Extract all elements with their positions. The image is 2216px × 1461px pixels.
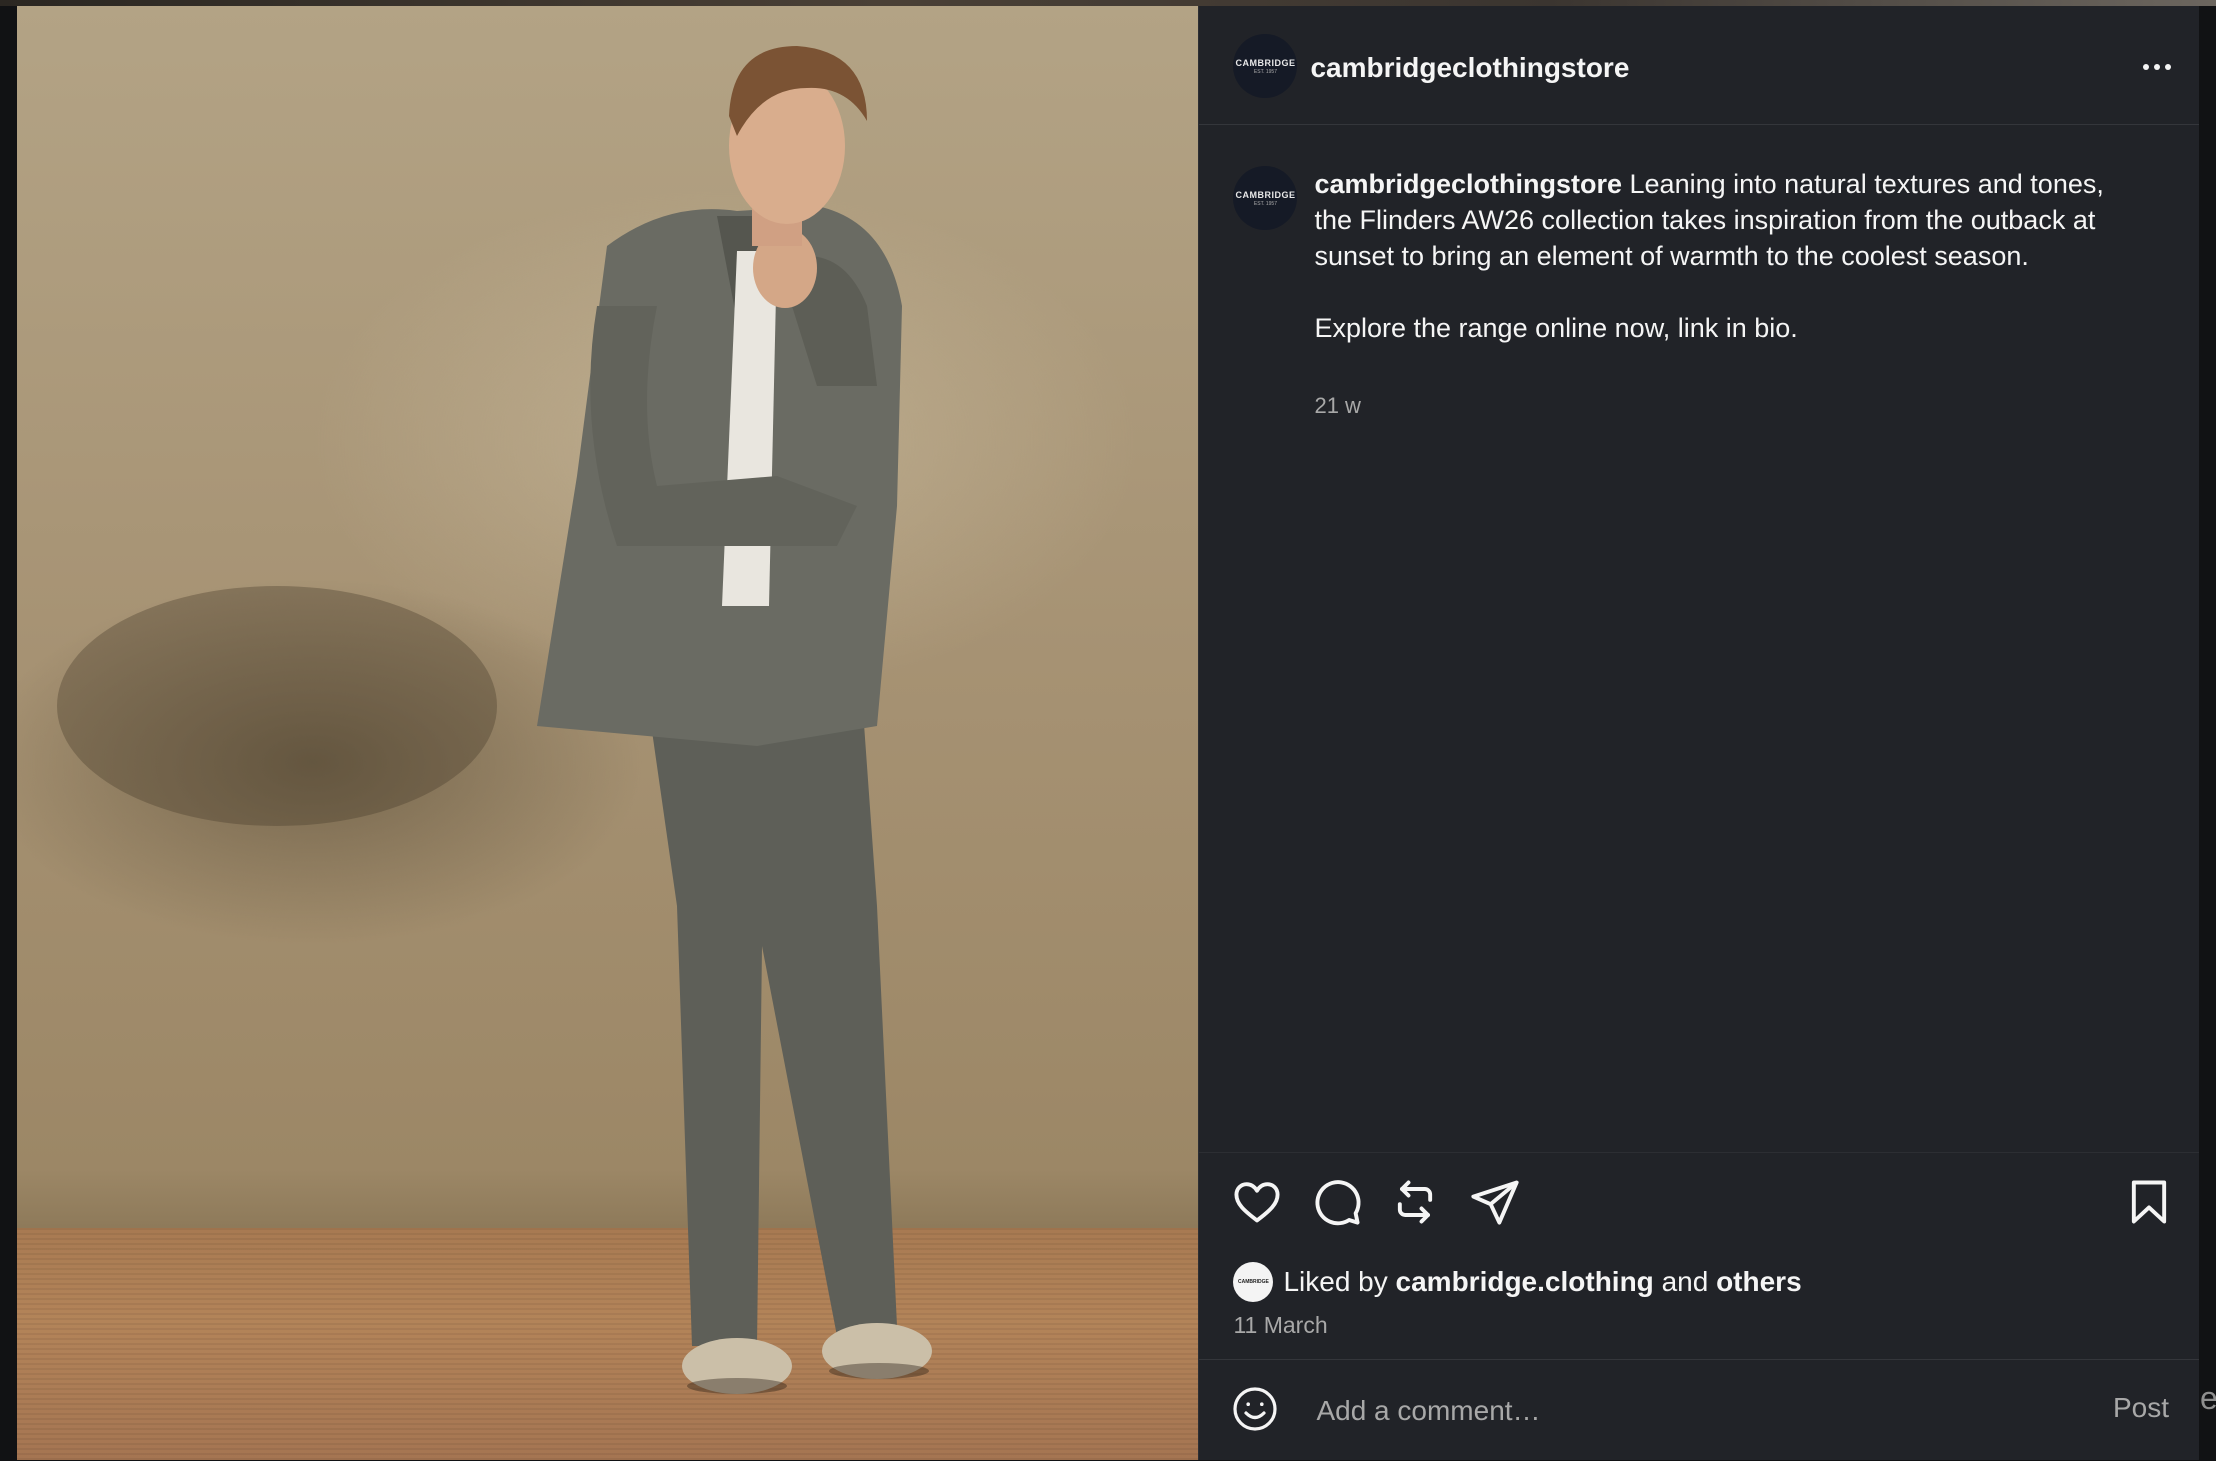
liker-avatar-text: CAMBRIDGE	[1238, 1279, 1269, 1285]
heart-icon[interactable]	[1231, 1176, 1283, 1228]
repost-icon[interactable]	[1389, 1176, 1441, 1228]
caption-text-2: Explore the range online now, link in bi…	[1314, 313, 1798, 343]
actions-divider	[1199, 1152, 2199, 1153]
more-dot	[2143, 64, 2149, 70]
post-date[interactable]: 11 March	[1233, 1312, 1327, 1339]
caption-time-ago[interactable]: 21 w	[1314, 393, 1360, 419]
post-comment-button[interactable]: Post	[2113, 1392, 2169, 1424]
liker-username[interactable]: cambridge.clothing	[1396, 1266, 1654, 1298]
caption-username[interactable]: cambridgeclothingstore	[1314, 169, 1622, 199]
liker-avatar[interactable]: CAMBRIDGE	[1233, 1262, 1274, 1302]
post-photo[interactable]	[17, 6, 1199, 1460]
likes-others-link[interactable]: others	[1716, 1266, 1802, 1298]
avatar-est-text: EST. 1957	[1253, 200, 1277, 207]
post-caption: cambridgeclothingstore Leaning into natu…	[1314, 166, 2134, 346]
author-username[interactable]: cambridgeclothingstore	[1310, 52, 1629, 84]
author-avatar[interactable]: CAMBRIDGE EST. 1957	[1233, 34, 1298, 98]
likes-prefix: Liked by	[1283, 1266, 1388, 1297]
likes-joiner: and	[1661, 1266, 1709, 1297]
avatar-brand-text: CAMBRIDGE	[1235, 57, 1296, 68]
avatar-brand-text: CAMBRIDGE	[1235, 189, 1296, 200]
smiley-icon[interactable]	[1231, 1385, 1279, 1433]
avatar-est-text: EST. 1957	[1253, 68, 1277, 75]
comment-input[interactable]	[1314, 1390, 2079, 1432]
more-horizontal-icon[interactable]	[2135, 52, 2179, 82]
model-figure	[57, 46, 932, 1394]
send-icon[interactable]	[1469, 1176, 1521, 1228]
post-header: CAMBRIDGE EST. 1957 cambridgeclothingsto…	[1199, 6, 2199, 125]
comment-icon[interactable]	[1311, 1176, 1363, 1228]
likes-summary: CAMBRIDGE Liked by cambridge.clothing an…	[1233, 1262, 1802, 1302]
more-dot	[2165, 64, 2171, 70]
more-dot	[2154, 64, 2160, 70]
post-modal: CAMBRIDGE EST. 1957 cambridgeclothingsto…	[17, 6, 2199, 1460]
comment-bar: Post	[1199, 1359, 2199, 1461]
bookmark-icon[interactable]	[2123, 1176, 2175, 1228]
post-side-panel: CAMBRIDGE EST. 1957 cambridgeclothingsto…	[1198, 6, 2199, 1460]
caption-avatar[interactable]: CAMBRIDGE EST. 1957	[1233, 166, 1298, 230]
edge-text: e	[2200, 1380, 2216, 1416]
